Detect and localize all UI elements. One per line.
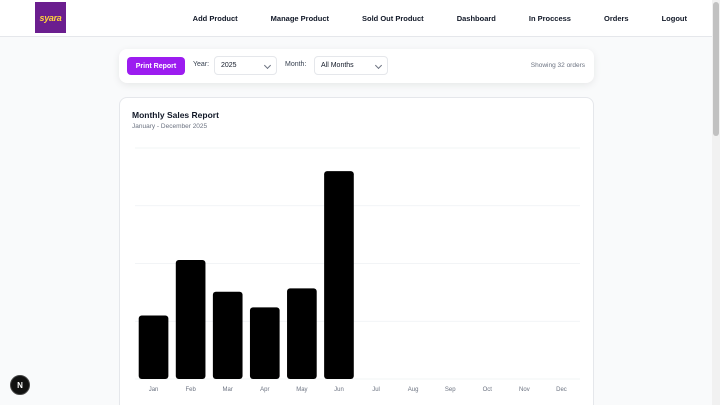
scrollbar-thumb[interactable] [713,2,719,136]
filter-bar: Print Report Year: 2025 Month: All Month… [119,49,594,83]
bar-jun[interactable] [324,171,354,379]
x-tick-label: Jun [334,387,344,393]
logo-text: syara [39,12,62,23]
dev-tools-button[interactable]: N [10,375,30,395]
print-report-button[interactable]: Print Report [127,57,185,75]
x-tick-label: Jan [149,387,159,393]
x-tick-label: Jul [372,387,380,393]
month-label: Month: [285,61,307,68]
bar-may[interactable] [287,288,317,379]
monthly-sales-chart: Jan Feb Mar Apr May Jun Jul Aug Sep Oct Nov Dec [135,147,580,393]
x-tick-label: Sep [445,387,456,393]
nav-in-process[interactable]: In Proccess [529,14,571,23]
x-tick-label: Dec [556,387,567,393]
month-value: All Months [321,62,354,69]
x-tick-label: Mar [223,387,233,393]
x-tick-label: Feb [185,387,196,393]
brand-logo[interactable]: syara [35,2,66,33]
sales-report-card: Monthly Sales Report January - December … [119,97,594,405]
x-tick-label: Apr [260,387,269,393]
orders-count: Showing 32 orders [530,62,585,69]
bar-jan[interactable] [138,315,169,379]
nav-orders[interactable]: Orders [604,14,629,23]
nav-sold-out-product[interactable]: Sold Out Product [362,14,424,23]
year-label: Year: [193,61,210,68]
bar-apr[interactable] [249,307,280,379]
year-value: 2025 [221,62,237,69]
x-tick-label: Aug [408,387,419,393]
chevron-down-icon [374,61,383,70]
year-select[interactable]: 2025 [214,56,277,75]
nav-manage-product[interactable]: Manage Product [271,14,329,23]
nav-logout[interactable]: Logout [662,14,687,23]
month-select[interactable]: All Months [314,56,388,75]
x-tick-label: Oct [483,387,493,393]
nav-links: Add Product Manage Product Sold Out Prod… [193,0,687,37]
scrollbar[interactable] [712,0,720,405]
navbar: syara Add Product Manage Product Sold Ou… [0,0,712,37]
bar-mar[interactable] [212,291,243,379]
chevron-down-icon [263,61,272,70]
x-tick-label: May [296,387,307,393]
nav-dashboard[interactable]: Dashboard [457,14,496,23]
bar-feb[interactable] [175,260,206,379]
nav-add-product[interactable]: Add Product [193,14,238,23]
x-tick-label: Nov [519,387,530,393]
